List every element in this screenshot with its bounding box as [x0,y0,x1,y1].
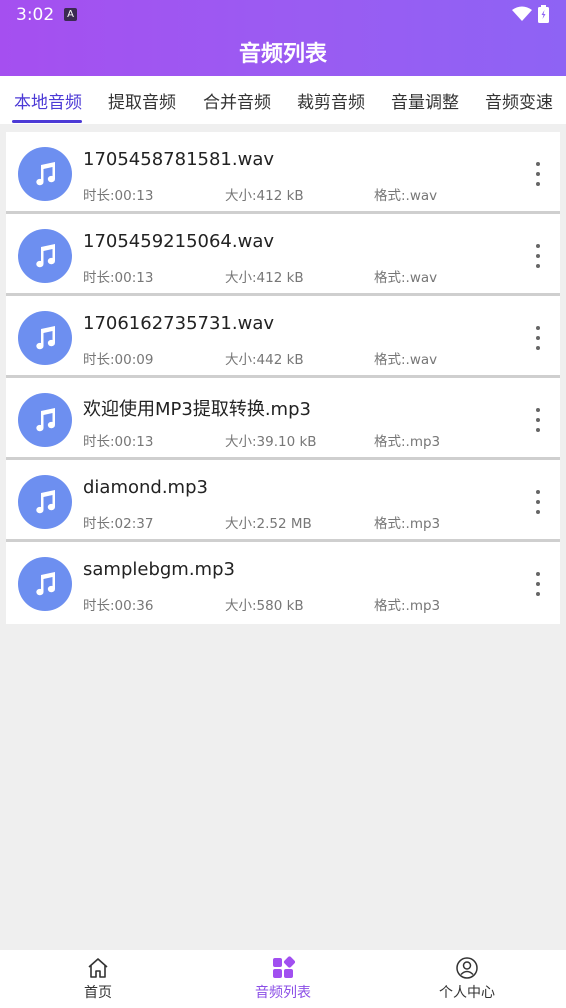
audio-list-item[interactable]: 欢迎使用MP3提取转换.mp3 时长:00:13 大小:39.10 kB 格式:… [6,378,560,460]
more-options-icon[interactable] [530,570,546,598]
more-options-icon[interactable] [530,242,546,270]
tab-speed-change[interactable]: 音频变速 [485,88,553,113]
wifi-icon [512,6,532,21]
notification-a-icon: A [64,8,77,21]
music-note-icon [18,393,72,447]
nav-personal-center-label: 个人中心 [439,985,495,1001]
music-note-icon [18,147,72,201]
file-duration: 时长:00:13 [83,434,154,450]
tab-volume-adjust[interactable]: 音量调整 [391,88,459,113]
music-note-icon [18,475,72,529]
tab-bar: 本地音频 提取音频 合并音频 裁剪音频 音量调整 音频变速 [0,76,566,124]
file-size: 大小:580 kB [225,598,304,614]
music-note-icon [18,311,72,365]
file-duration: 时长:00:36 [83,598,154,614]
more-options-icon[interactable] [530,160,546,188]
person-icon [456,957,478,979]
battery-icon [538,5,549,23]
file-name: 1705459215064.wav [83,231,275,252]
file-name: 1705458781581.wav [83,149,275,170]
file-name: diamond.mp3 [83,477,208,498]
file-duration: 时长:00:09 [83,352,154,368]
file-format: 格式:.mp3 [374,598,441,614]
nav-home-label: 首页 [84,985,112,1001]
bottom-navigation: 首页 音频列表 个人中心 [0,950,566,1008]
music-note-icon [18,229,72,283]
file-format: 格式:.wav [374,188,438,204]
audio-list-item[interactable]: samplebgm.mp3 时长:00:36 大小:580 kB 格式:.mp3 [6,542,560,624]
more-options-icon[interactable] [530,488,546,516]
file-format: 格式:.mp3 [374,516,441,532]
more-options-icon[interactable] [530,324,546,352]
audio-list-item[interactable]: 1705459215064.wav 时长:00:13 大小:412 kB 格式:… [6,214,560,296]
file-duration: 时长:02:37 [83,516,154,532]
status-bar: 3:02 A [0,0,566,30]
file-size: 大小:442 kB [225,352,304,368]
music-note-icon [18,557,72,611]
tab-trim-audio[interactable]: 裁剪音频 [297,88,365,113]
file-duration: 时长:00:13 [83,270,154,286]
tab-indicator [12,120,82,123]
nav-audio-list[interactable]: 音频列表 [233,956,333,1002]
file-name: samplebgm.mp3 [83,559,235,580]
tab-merge-audio[interactable]: 合并音频 [203,88,271,113]
nav-personal-center[interactable]: 个人中心 [417,956,517,1002]
file-format: 格式:.mp3 [374,434,441,450]
file-size: 大小:412 kB [225,270,304,286]
file-format: 格式:.wav [374,270,438,286]
home-icon [88,958,108,978]
file-name: 1706162735731.wav [83,313,275,334]
nav-audio-list-label: 音频列表 [255,985,311,1001]
audio-list-item[interactable]: diamond.mp3 时长:02:37 大小:2.52 MB 格式:.mp3 [6,460,560,542]
audio-file-list: 1705458781581.wav 时长:00:13 大小:412 kB 格式:… [6,132,560,624]
audio-list-item[interactable]: 1706162735731.wav 时长:00:09 大小:442 kB 格式:… [6,296,560,378]
file-size: 大小:412 kB [225,188,304,204]
more-options-icon[interactable] [530,406,546,434]
file-name: 欢迎使用MP3提取转换.mp3 [83,399,311,420]
tab-extract-audio[interactable]: 提取音频 [108,88,176,113]
page-title: 音频列表 [238,42,327,67]
audio-list-item[interactable]: 1705458781581.wav 时长:00:13 大小:412 kB 格式:… [6,132,560,214]
file-duration: 时长:00:13 [83,188,154,204]
tab-local-audio[interactable]: 本地音频 [14,88,82,113]
status-time: 3:02 [16,5,55,25]
grid-icon [273,956,295,978]
app-header: 3:02 A 音频列表 [0,0,566,76]
nav-home[interactable]: 首页 [48,956,148,1002]
file-format: 格式:.wav [374,352,438,368]
file-size: 大小:2.52 MB [225,516,312,532]
file-size: 大小:39.10 kB [225,434,317,450]
